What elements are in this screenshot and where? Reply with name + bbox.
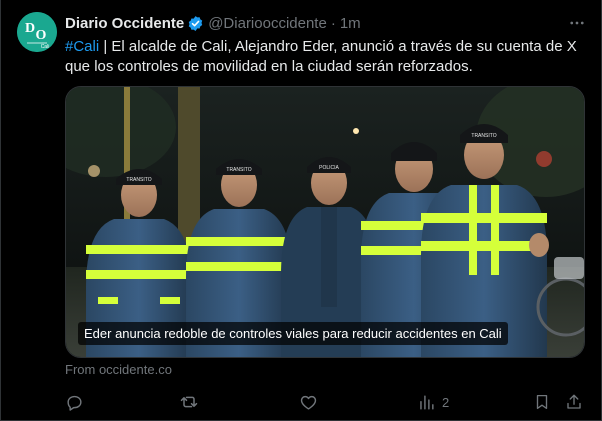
svg-text:Cali: Cali bbox=[41, 44, 50, 50]
svg-text:O: O bbox=[36, 28, 47, 43]
share-button[interactable] bbox=[565, 388, 583, 416]
avatar[interactable]: D O Cali bbox=[17, 12, 57, 52]
more-dots-icon[interactable] bbox=[567, 13, 587, 33]
bookmark-button[interactable] bbox=[533, 388, 551, 416]
reply-button[interactable] bbox=[65, 388, 90, 416]
tweet-text-line2: que los controles de movilidad en la ciu… bbox=[65, 58, 473, 75]
tweet-media[interactable]: TRANSITO TRANSITO POLICIA TRANSITO Eder … bbox=[65, 86, 585, 358]
heart-icon bbox=[300, 395, 317, 410]
views-chart-icon bbox=[420, 394, 434, 410]
svg-text:TRANSITO: TRANSITO bbox=[226, 167, 251, 173]
svg-text:TRANSITO: TRANSITO bbox=[471, 133, 496, 139]
repost-icon bbox=[180, 396, 198, 408]
like-button[interactable] bbox=[299, 388, 324, 416]
media-caption: Eder anuncia redoble de controles viales… bbox=[78, 322, 508, 345]
tweet-text: #Cali | El alcalde de Cali, Alejandro Ed… bbox=[65, 37, 591, 77]
action-bar: 2 bbox=[65, 388, 589, 416]
link-source[interactable]: From occidente.co bbox=[65, 362, 172, 377]
timestamp[interactable]: 1m bbox=[340, 15, 361, 32]
hashtag-link[interactable]: #Cali bbox=[65, 38, 99, 55]
reply-icon bbox=[67, 395, 82, 411]
tweet-header: Diario Occidente @Diariooccidente · 1m bbox=[65, 14, 361, 32]
tweet-text-line1: | El alcalde de Cali, Alejandro Eder, an… bbox=[99, 38, 577, 55]
separator-dot: · bbox=[330, 14, 336, 32]
svg-text:TRANSITO: TRANSITO bbox=[126, 177, 151, 183]
media-photo: TRANSITO TRANSITO POLICIA TRANSITO bbox=[66, 87, 584, 357]
svg-text:POLICIA: POLICIA bbox=[319, 165, 339, 171]
verified-badge-icon[interactable] bbox=[187, 15, 204, 32]
author-name[interactable]: Diario Occidente bbox=[65, 15, 184, 32]
author-handle[interactable]: @Diariooccidente bbox=[208, 15, 327, 32]
tweet[interactable]: D O Cali Diario Occidente @Diarioocciden… bbox=[0, 0, 602, 421]
repost-button[interactable] bbox=[179, 388, 205, 416]
bookmark-icon bbox=[536, 394, 548, 410]
diario-occidente-logo: D O Cali bbox=[17, 12, 57, 52]
share-icon bbox=[567, 394, 581, 409]
views-button[interactable]: 2 bbox=[417, 388, 449, 416]
svg-text:D: D bbox=[25, 21, 35, 36]
views-count: 2 bbox=[442, 394, 450, 410]
